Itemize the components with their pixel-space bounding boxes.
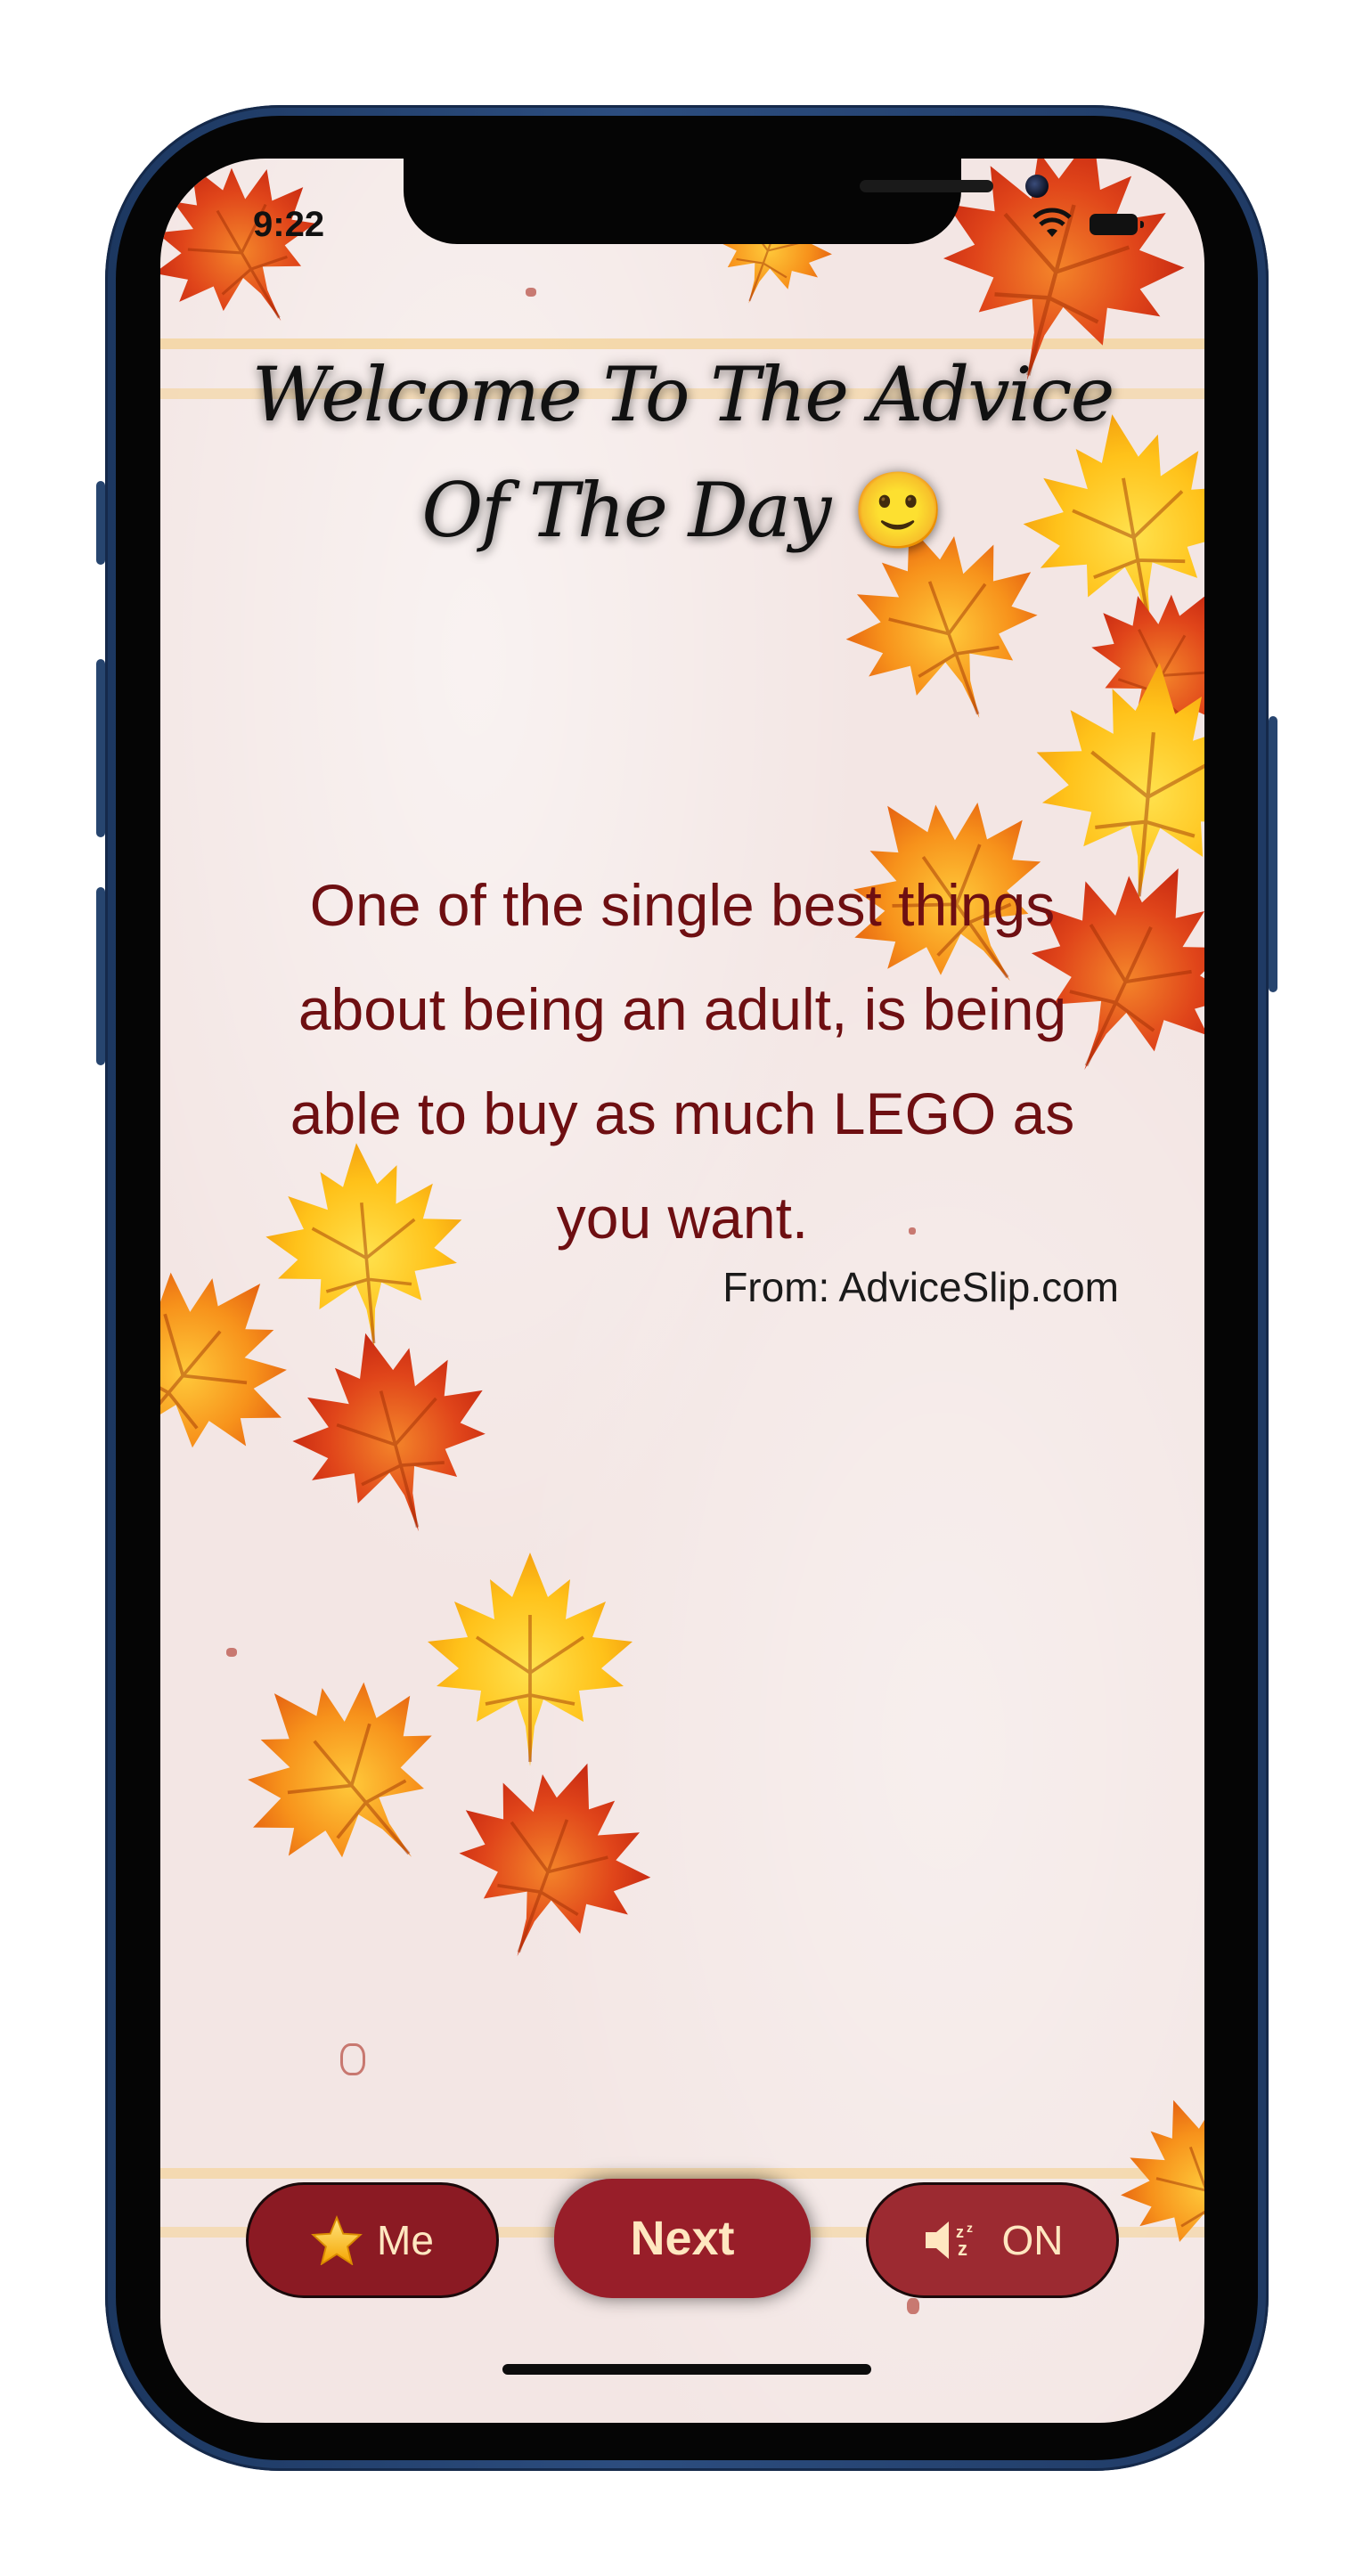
fleck-decoration (340, 2043, 365, 2075)
svg-text:z: z (958, 2238, 967, 2260)
page-title: Welcome To The Advice Of The Day 🙂 (249, 337, 1115, 568)
fleck-decoration (226, 1648, 237, 1657)
sound-toggle-button[interactable]: z z z ON (866, 2182, 1119, 2298)
advice-line: able to buy as much LEGO as (290, 1080, 1075, 1146)
sound-toggle-label: ON (1001, 2217, 1064, 2263)
advice-line: about being an adult, is being (298, 976, 1067, 1042)
title-line-2-text: Of The Day (421, 467, 831, 554)
leaf-decoration-icon (445, 1753, 659, 1967)
speaker-grille (860, 180, 993, 192)
home-indicator[interactable] (502, 2364, 871, 2375)
star-icon (311, 2215, 363, 2265)
bottom-stripe (160, 2168, 1204, 2179)
advice-source: From: AdviceSlip.com (722, 1264, 1119, 1310)
advice-line: One of the single best things (309, 872, 1056, 938)
next-button-label: Next (630, 2212, 735, 2265)
status-time: 9:22 (253, 205, 325, 244)
speaker-sleep-icon: z z z (922, 2218, 988, 2262)
title-line-1: Welcome To The Advice (251, 351, 1115, 438)
me-button[interactable]: Me (246, 2182, 499, 2298)
leaf-decoration-icon (285, 1325, 499, 1539)
app-screen: 9:22 Welcome To The Advice Of The Day 🙂 … (160, 159, 1204, 2423)
battery-icon (1090, 214, 1144, 235)
leaf-decoration-icon (426, 1551, 634, 1768)
power-button (1269, 716, 1277, 992)
next-button[interactable]: Next (554, 2179, 811, 2298)
leaf-decoration-icon (160, 1254, 303, 1477)
fleck-decoration (907, 2298, 919, 2314)
volume-down-button (96, 887, 105, 1065)
leaf-decoration-icon (1078, 577, 1204, 755)
svg-text:z: z (967, 2221, 973, 2235)
volume-up-button (96, 659, 105, 837)
me-button-label: Me (377, 2217, 434, 2263)
wifi-icon (1032, 208, 1072, 237)
advice-text: One of the single best things about bein… (285, 853, 1080, 1270)
action-button (96, 481, 105, 565)
title-line-2: Of The Day 🙂 (249, 452, 1115, 568)
notch (404, 159, 1049, 244)
front-camera (1025, 175, 1049, 198)
leaf-decoration-icon (1114, 2091, 1204, 2270)
leaf-decoration-icon (232, 1664, 454, 1887)
advice-line: you want. (556, 1185, 809, 1251)
smiley-emoji-icon: 🙂 (852, 467, 945, 554)
fleck-decoration (526, 288, 536, 297)
